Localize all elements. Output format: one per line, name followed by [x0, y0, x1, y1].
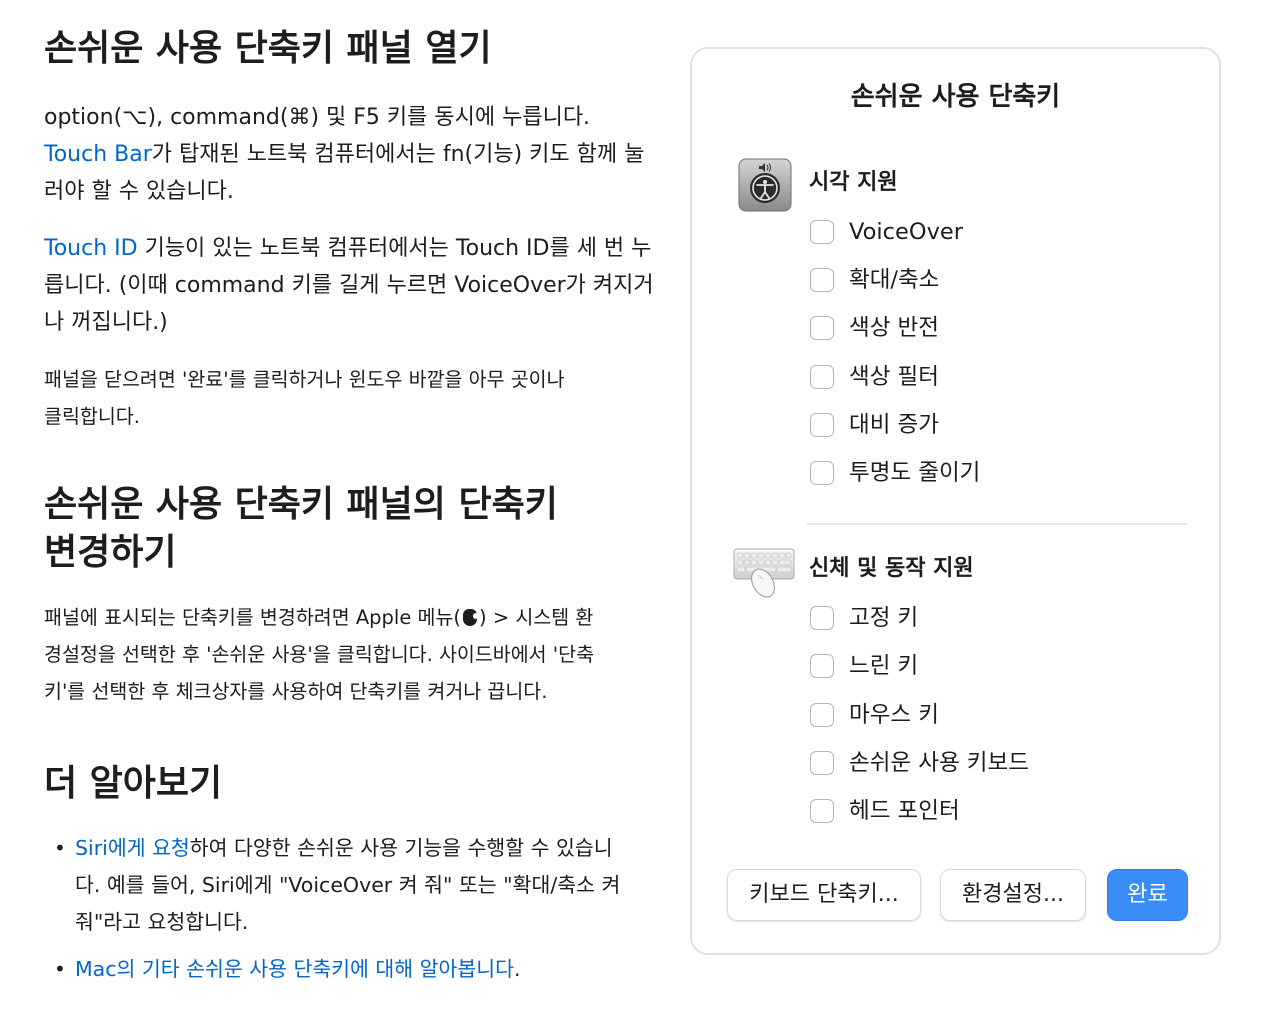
checkbox-label: 손쉬운 사용 키보드 [849, 750, 1029, 776]
sticky-keys-checkbox[interactable] [810, 606, 834, 630]
paragraph-open-panel: option(⌥), command(⌘) 및 F5 키를 동시에 누릅니다. … [44, 105, 645, 204]
accessibility-shortcuts-panel: 손쉬운 사용 단축키 시각 지원 VoiceOver 확대/축소 색상 반전 색… [690, 47, 1221, 955]
zoom-checkbox-row[interactable]: 확대/축소 [810, 263, 939, 297]
section-divider [807, 523, 1187, 525]
checkbox-label: 느린 키 [849, 653, 919, 679]
checkbox-label: 색상 필터 [849, 364, 939, 390]
accessibility-keyboard-checkbox-row[interactable]: 손쉬운 사용 키보드 [810, 746, 1029, 780]
paragraph-close-panel: 패널을 닫으려면 '완료'를 클릭하거나 윈도우 바깥을 아무 곳이나 클릭합니… [44, 368, 565, 428]
color-filters-checkbox-row[interactable]: 색상 필터 [810, 360, 939, 394]
article: 손쉬운 사용 단축키 패널 열기 option(⌥), command(⌘) 및… [44, 22, 659, 988]
touch-bar-link[interactable]: Touch Bar [44, 142, 152, 167]
head-pointer-checkbox[interactable] [810, 799, 834, 823]
invert-colors-checkbox[interactable] [810, 316, 834, 340]
section-title-open-panel: 손쉬운 사용 단축키 패널 열기 [44, 28, 492, 69]
learn-more-list: • Siri에게 요청하여 다양한 손쉬운 사용 기능을 수행할 수 있습니다.… [44, 830, 634, 988]
section-title-motor: 신체 및 동작 지원 [809, 556, 974, 581]
keyboard-mouse-icon [732, 545, 796, 601]
checkbox-label: 마우스 키 [849, 702, 939, 728]
checkbox-label: 헤드 포인터 [849, 798, 960, 824]
checkbox-label: 고정 키 [849, 605, 919, 631]
checkbox-label: 확대/축소 [849, 267, 940, 293]
checkbox-label: VoiceOver [849, 219, 963, 245]
section-title-learn-more: 더 알아보기 [44, 763, 223, 804]
sticky-keys-checkbox-row[interactable]: 고정 키 [810, 601, 918, 635]
color-filters-checkbox[interactable] [810, 365, 834, 389]
touch-id-link[interactable]: Touch ID [44, 236, 138, 261]
accessibility-keyboard-checkbox[interactable] [810, 751, 834, 775]
preferences-button[interactable]: 환경설정... [940, 869, 1086, 921]
done-button[interactable]: 완료 [1107, 869, 1188, 921]
voiceover-checkbox[interactable] [810, 220, 834, 244]
slow-keys-checkbox-row[interactable]: 느린 키 [810, 649, 918, 683]
checkbox-label: 투명도 줄이기 [849, 460, 981, 486]
section-title-change-shortcuts: 손쉬운 사용 단축키 패널의 단축키 변경하기 [44, 484, 558, 573]
ask-siri-link[interactable]: Siri에게 요청 [75, 836, 190, 860]
head-pointer-checkbox-row[interactable]: 헤드 포인터 [810, 794, 960, 828]
apple-logo-icon [463, 609, 479, 626]
panel-title: 손쉬운 사용 단축키 [850, 82, 1061, 112]
section-title-vision: 시각 지원 [809, 170, 898, 195]
invert-colors-checkbox-row[interactable]: 색상 반전 [810, 311, 939, 345]
reduce-transparency-checkbox[interactable] [810, 461, 834, 485]
voiceover-checkbox-row[interactable]: VoiceOver [810, 215, 963, 249]
mouse-keys-checkbox[interactable] [810, 703, 834, 727]
paragraph-touch-id: Touch ID 기능이 있는 노트북 컴퓨터에서는 Touch ID를 세 번… [44, 236, 654, 335]
zoom-checkbox[interactable] [810, 268, 834, 292]
list-item: • Siri에게 요청하여 다양한 손쉬운 사용 기능을 수행할 수 있습니다.… [44, 830, 634, 941]
checkbox-label: 대비 증가 [849, 412, 939, 438]
slow-keys-checkbox[interactable] [810, 654, 834, 678]
bullet-icon: • [54, 957, 66, 981]
paragraph-change-shortcuts: 패널에 표시되는 단축키를 변경하려면 Apple 메뉴() > 시스템 환경설… [44, 606, 595, 703]
keyboard-shortcuts-button[interactable]: 키보드 단축키... [727, 869, 921, 921]
increase-contrast-checkbox[interactable] [810, 413, 834, 437]
checkbox-label: 색상 반전 [849, 315, 939, 341]
accessibility-icon [737, 157, 793, 213]
mouse-keys-checkbox-row[interactable]: 마우스 키 [810, 698, 939, 732]
list-item: • Mac의 기타 손쉬운 사용 단축키에 대해 알아봅니다. [44, 951, 634, 988]
other-shortcuts-link[interactable]: Mac의 기타 손쉬운 사용 단축키에 대해 알아봅니다 [75, 957, 514, 981]
reduce-transparency-checkbox-row[interactable]: 투명도 줄이기 [810, 456, 980, 490]
bullet-icon: • [54, 836, 66, 860]
increase-contrast-checkbox-row[interactable]: 대비 증가 [810, 408, 939, 442]
